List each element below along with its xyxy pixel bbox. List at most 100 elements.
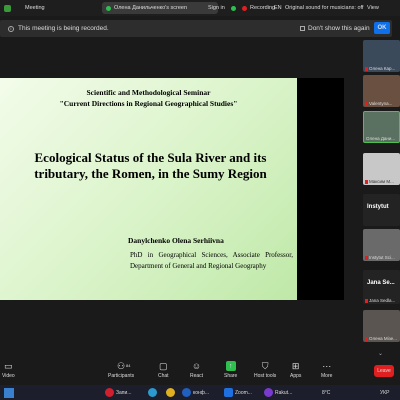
muted-mic-icon	[365, 255, 368, 260]
participants-count: 84	[126, 363, 131, 368]
taskbar-item-label: Запи...	[116, 389, 132, 396]
participant-tile[interactable]: Олена Кар...	[363, 40, 400, 72]
react-label: React	[190, 373, 204, 379]
edge-icon	[148, 388, 157, 397]
record-icon	[242, 5, 247, 11]
taskbar-item-edge[interactable]	[148, 387, 157, 398]
chrome-icon	[166, 388, 175, 397]
author-bio: PhD in Geographical Sciences, Associate …	[130, 251, 293, 270]
host-tools-button[interactable]: ⛉ Host tools	[254, 360, 277, 380]
opera-icon	[105, 388, 114, 397]
participant-name: Олена Кар...	[369, 66, 396, 71]
taskbar-item-label: конф...	[193, 389, 210, 396]
participant-name: Valentyna...	[369, 101, 393, 106]
apps-label: Apps	[290, 373, 302, 379]
apps-icon: ⊞	[291, 360, 300, 371]
chat-icon: ▢	[159, 360, 168, 371]
screen-share-status-icon	[106, 5, 111, 11]
app-label: Meeting	[25, 5, 45, 11]
participants-icon: ⚇	[117, 360, 126, 371]
sign-in-label: Sign in	[208, 5, 225, 11]
original-sound-label: Original sound for musicians: off	[285, 5, 364, 11]
scroll-down-icon[interactable]: ⌄	[378, 350, 383, 357]
keyboard-language-label: УКР	[380, 389, 390, 396]
view-button[interactable]: View	[367, 0, 379, 16]
more-label: More	[321, 373, 333, 379]
participant-tile[interactable]: Jana Sedla...	[363, 290, 400, 304]
dont-show-checkbox[interactable]: Don't show this again	[300, 25, 370, 32]
shared-screen-dark-area	[297, 78, 344, 300]
react-icon: ☺	[191, 361, 202, 371]
taskbar-item-conference[interactable]: конф...	[182, 387, 209, 398]
participant-name: Jana Sedla...	[369, 298, 396, 303]
participant-name: Maксим М...	[369, 179, 394, 184]
info-icon: i	[8, 25, 14, 32]
more-icon: ⋯	[322, 360, 332, 371]
recording-indicator[interactable]: Recording	[242, 0, 275, 16]
react-button[interactable]: ☺ React	[190, 361, 203, 379]
share-screen-icon: ↑	[225, 361, 236, 371]
muted-mic-icon	[365, 336, 368, 341]
chat-button[interactable]: ▢ Chat	[158, 360, 169, 380]
conference-app-icon	[182, 388, 191, 397]
participant-tile[interactable]: Maксим М...	[363, 153, 400, 185]
participant-tile[interactable]: Valentyna...	[363, 75, 400, 107]
language-selector[interactable]: EN	[274, 0, 282, 16]
shared-slide: Scientific and Methodological Seminar "C…	[0, 78, 297, 300]
participant-name-large: Jana Se...	[367, 280, 395, 286]
view-label: View	[367, 5, 379, 11]
temperature-label: 8°C	[322, 389, 331, 396]
muted-mic-icon	[365, 298, 368, 303]
weather-widget[interactable]: 8°C	[322, 387, 330, 398]
active-speaker-tile[interactable]: Олена Дани...	[363, 111, 400, 143]
language-label: EN	[274, 5, 282, 11]
video-button[interactable]: ▭ Video	[2, 360, 15, 380]
participant-tile[interactable]: Instytut Sci...	[363, 229, 400, 261]
author-name: Danylchenko Olena Serhiivna	[128, 236, 224, 245]
zoom-icon	[224, 388, 233, 397]
muted-mic-icon	[365, 66, 368, 71]
sign-in-link[interactable]: Sign in	[208, 0, 225, 16]
apps-button[interactable]: ⊞ Apps	[290, 360, 302, 380]
share-button[interactable]: ↑ Share	[224, 361, 237, 379]
taskbar-item-opera[interactable]: Запи...	[105, 387, 131, 398]
seminar-line-2: "Current Directions in Regional Geograph…	[59, 99, 238, 108]
recording-notice: i This meeting is being recorded. Don't …	[0, 20, 392, 37]
share-label: Share	[224, 373, 238, 379]
participants-label: Participants	[108, 373, 135, 379]
recording-label: Recording	[250, 5, 276, 11]
security-shield-icon	[4, 4, 11, 12]
rakuten-viber-icon	[264, 388, 273, 397]
shield-icon: ⛉	[261, 360, 269, 371]
participant-name: Instytut Sci...	[369, 255, 395, 260]
taskbar-item-rakuten[interactable]: Rakut...	[264, 387, 292, 398]
muted-mic-icon	[365, 179, 368, 184]
host-tools-label: Host tools	[254, 373, 277, 379]
ok-button[interactable]: OK	[374, 22, 390, 34]
taskbar-item-chrome[interactable]	[166, 387, 175, 398]
video-label: Video	[2, 373, 15, 379]
taskbar-item-zoom[interactable]: Zoom...	[224, 387, 252, 398]
window-title-bar: Meeting Олена Данильченко's screen Sign …	[0, 0, 400, 16]
seminar-line-1: Scientific and Methodological Seminar	[86, 88, 211, 97]
recording-notice-text: This meeting is being recorded.	[18, 25, 109, 32]
os-taskbar: Запи... конф... Zoom... Rakut... 8°C УКР	[0, 385, 400, 400]
checkbox-icon	[300, 26, 305, 31]
chat-label: Chat	[158, 373, 169, 379]
start-button[interactable]	[4, 387, 14, 398]
original-sound-toggle[interactable]: Original sound for musicians: off	[285, 0, 363, 16]
leave-button[interactable]: Leave	[374, 365, 394, 377]
participant-name: Олена Мізе...	[369, 336, 397, 341]
shared-screen-label: Олена Данильченко's screen	[114, 5, 188, 11]
taskbar-item-label: Rakut...	[275, 389, 293, 396]
more-button[interactable]: ⋯ More	[321, 360, 333, 380]
participant-tile[interactable]: Олена Мізе...	[363, 310, 400, 342]
slide-title: Ecological Status of the Sula River and …	[34, 150, 267, 181]
keyboard-language[interactable]: УКР	[380, 387, 389, 398]
encryption-icon	[231, 5, 236, 11]
participant-name: Олена Дани...	[366, 136, 396, 141]
video-camera-icon: ▭	[4, 360, 13, 371]
shared-screen-tab[interactable]: Олена Данильченко's screen	[102, 2, 218, 14]
participant-tile[interactable]: Instytut	[363, 194, 400, 226]
participant-name-large: Instytut	[367, 204, 389, 210]
